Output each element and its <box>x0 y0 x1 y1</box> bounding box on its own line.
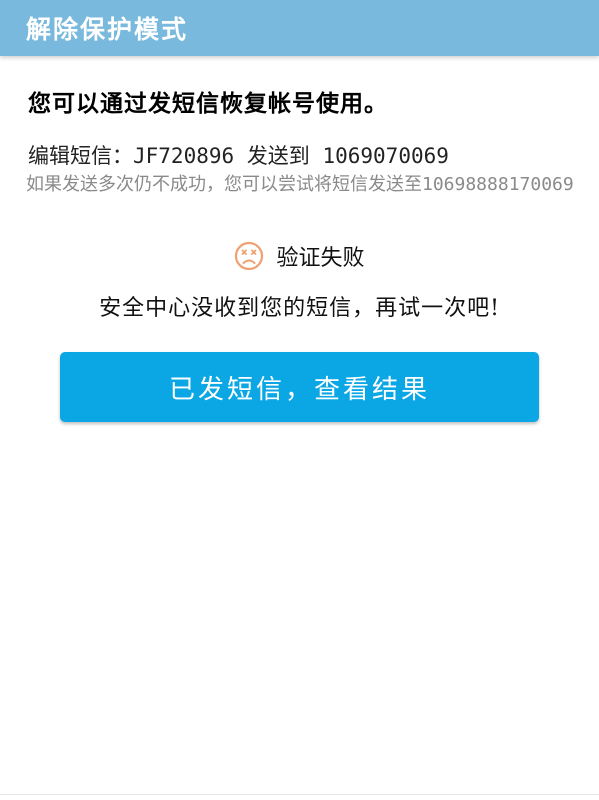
retry-message: 安全中心没收到您的短信，再试一次吧! <box>99 296 500 321</box>
page-title: 解除保护模式 <box>26 15 189 44</box>
unlock-protection-screen: 解除保护模式 您可以通过发短信恢复帐号使用。 编辑短信：JF720896 发送到… <box>0 0 599 800</box>
alternative-instruction: 如果发送多次仍不成功，您可以尝试将短信发送至10698888170069 <box>26 174 574 195</box>
sms-number: 1069070069 <box>322 144 449 168</box>
sms-send-to-label: 发送到 <box>246 144 310 168</box>
sad-face-icon <box>234 241 264 271</box>
verification-status: 验证失败 <box>0 240 599 272</box>
title-bar: 解除保护模式 <box>0 0 599 56</box>
status-text: 验证失败 <box>276 246 365 271</box>
sms-instruction: 编辑短信：JF720896 发送到 1069070069 <box>28 140 449 170</box>
sms-code: JF720896 <box>133 144 235 168</box>
headline: 您可以通过发短信恢复帐号使用。 <box>28 90 388 117</box>
check-result-button[interactable]: 已发短信，查看结果 <box>60 352 539 422</box>
bottom-divider <box>0 794 599 795</box>
sms-prefix-label: 编辑短信： <box>28 144 133 168</box>
